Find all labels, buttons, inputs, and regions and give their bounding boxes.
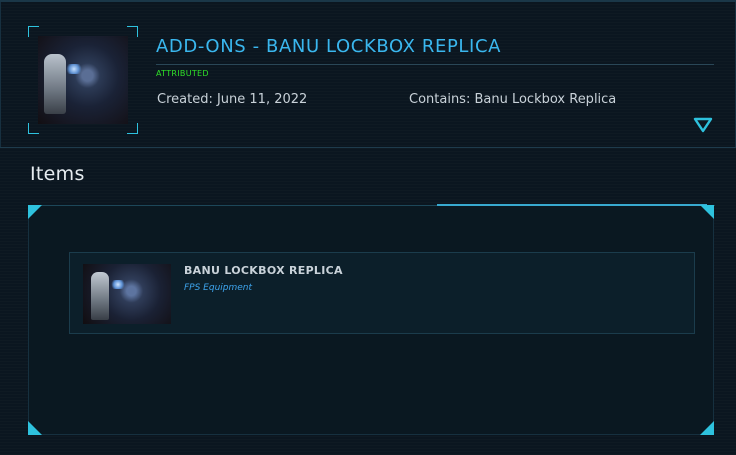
items-section-label: Items: [30, 163, 85, 185]
light-glow: [66, 64, 82, 74]
header-top-border: [0, 0, 736, 2]
item-card[interactable]: BANU LOCKBOX REPLICA FPS Equipment: [69, 252, 695, 334]
item-category: FPS Equipment: [184, 283, 253, 293]
contains-text: Contains: Banu Lockbox Replica: [409, 92, 617, 107]
item-name: BANU LOCKBOX REPLICA: [184, 264, 343, 277]
corner-notch-icon: [28, 421, 42, 435]
lockbox-thumbnail-image: [38, 36, 128, 124]
armor-figure: [91, 272, 109, 320]
items-panel: BANU LOCKBOX REPLICA FPS Equipment: [28, 204, 715, 435]
corner-bracket: [28, 123, 39, 134]
corner-bracket: [127, 26, 138, 37]
pledge-title: ADD-ONS - BANU LOCKBOX REPLICA: [156, 36, 502, 57]
panel-top-highlight: [437, 204, 707, 206]
armor-figure: [44, 54, 66, 114]
corner-notch-icon: [700, 421, 714, 435]
light-glow: [111, 280, 125, 289]
attributed-badge: ATTRIBUTED: [156, 69, 209, 78]
item-thumbnail-image: [83, 264, 171, 324]
header-divider: [0, 147, 736, 148]
corner-bracket: [127, 123, 138, 134]
triangle-down-icon: [693, 117, 713, 133]
expand-toggle-button[interactable]: [693, 116, 713, 134]
corner-notch-icon: [700, 205, 714, 219]
corner-notch-icon: [28, 205, 42, 219]
created-date: Created: June 11, 2022: [157, 92, 308, 107]
title-divider: [156, 64, 714, 65]
pledge-thumbnail: [28, 26, 138, 134]
